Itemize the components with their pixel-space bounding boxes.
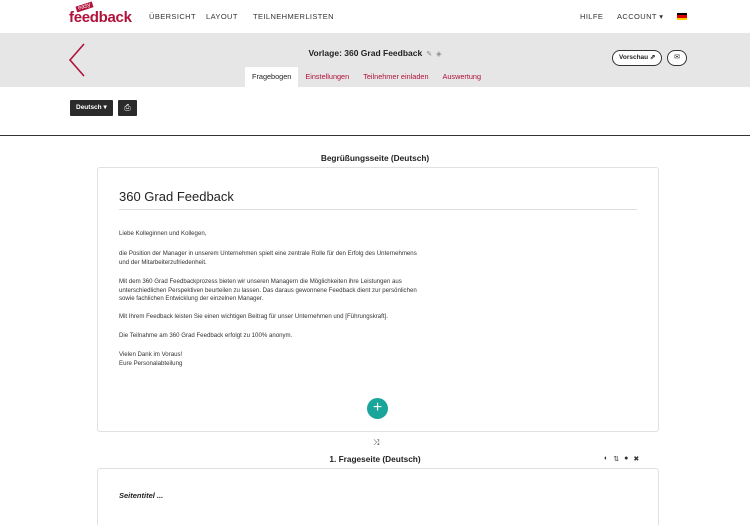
welcome-page-title: Begrüßungsseite (Deutsch) [320, 153, 430, 163]
welcome-text-line: und der Mitarbeiterzufriedenheit. [119, 258, 207, 266]
tab-teilnehmer-einladen[interactable]: Teilnehmer einladen [356, 67, 435, 87]
welcome-text-line: Eure Personalabteilung [119, 359, 183, 367]
tab-einstellungen[interactable]: Einstellungen [298, 67, 356, 87]
welcome-text-line: Vielen Dank im Voraus! [119, 351, 183, 358]
tag-icon[interactable]: ◈ [436, 51, 441, 58]
mail-icon[interactable]: ✉ [667, 50, 687, 66]
language-dropdown[interactable]: Deutsch ▾ [70, 100, 113, 116]
tab-fragebogen[interactable]: Fragebogen [245, 67, 299, 87]
welcome-text-line: Mit dem 360 Grad Feedbackprozess bieten … [119, 278, 402, 285]
nav-hilfe[interactable]: HILFE [580, 12, 603, 21]
heading-rule [119, 209, 637, 210]
nav-uebersicht[interactable]: ÜBERSICHT [149, 12, 196, 21]
welcome-text-line: Mit Ihrem Feedback leisten Sie einen wic… [119, 313, 388, 320]
reorder-icon[interactable]: ⇅ [613, 455, 619, 463]
page-title-placeholder[interactable]: Seitentitel ... [119, 491, 163, 500]
tab-auswertung[interactable]: Auswertung [436, 67, 489, 87]
survey-tabs: Fragebogen Einstellungen Teilnehmer einl… [245, 67, 488, 87]
edit-pencil-icon[interactable]: ✎ [426, 51, 432, 58]
visibility-icon[interactable]: ◐ [604, 455, 608, 463]
welcome-heading: 360 Grad Feedback [119, 189, 234, 204]
download-icon[interactable]: ● [624, 455, 628, 463]
nav-account-dropdown[interactable]: ACCOUNT ▾ [617, 12, 663, 21]
template-title: Vorlage: 360 Grad Feedback [308, 48, 423, 58]
add-element-button[interactable]: + [367, 398, 388, 419]
welcome-text-line: sowie fachlichen Entwicklung der einzeln… [119, 295, 264, 302]
divider [0, 135, 750, 136]
preview-button[interactable]: Vorschau ⇗ [612, 50, 663, 66]
german-flag-icon[interactable] [677, 13, 687, 20]
question-page-card[interactable]: Seitentitel ... [97, 468, 659, 525]
top-navigation: feedback easy ÜBERSICHT LAYOUT TEILNEHME… [0, 0, 750, 33]
welcome-text-line: unterschiedlichen Perspektiven beurteile… [119, 286, 417, 294]
delete-icon[interactable]: ✖ [633, 455, 639, 463]
question-page-tools: ◐ ⇅ ● ✖ [604, 455, 639, 463]
welcome-text-line: die Position der Manager in unserem Unte… [119, 250, 417, 257]
welcome-text-line: Liebe Kolleginnen und Kollegen, [119, 230, 207, 237]
easyfeedback-logo[interactable]: feedback easy [69, 1, 132, 28]
nav-teilnehmerlisten[interactable]: TEILNEHMERLISTEN [253, 12, 334, 21]
print-icon[interactable]: ⎙ [118, 100, 137, 116]
shuffle-icon[interactable]: ⤨ [373, 438, 379, 448]
welcome-text-line: Die Teilnahme am 360 Grad Feedback erfol… [119, 332, 293, 339]
nav-layout[interactable]: LAYOUT [206, 12, 238, 21]
welcome-page-card[interactable]: 360 Grad Feedback Liebe Kolleginnen und … [97, 167, 659, 432]
